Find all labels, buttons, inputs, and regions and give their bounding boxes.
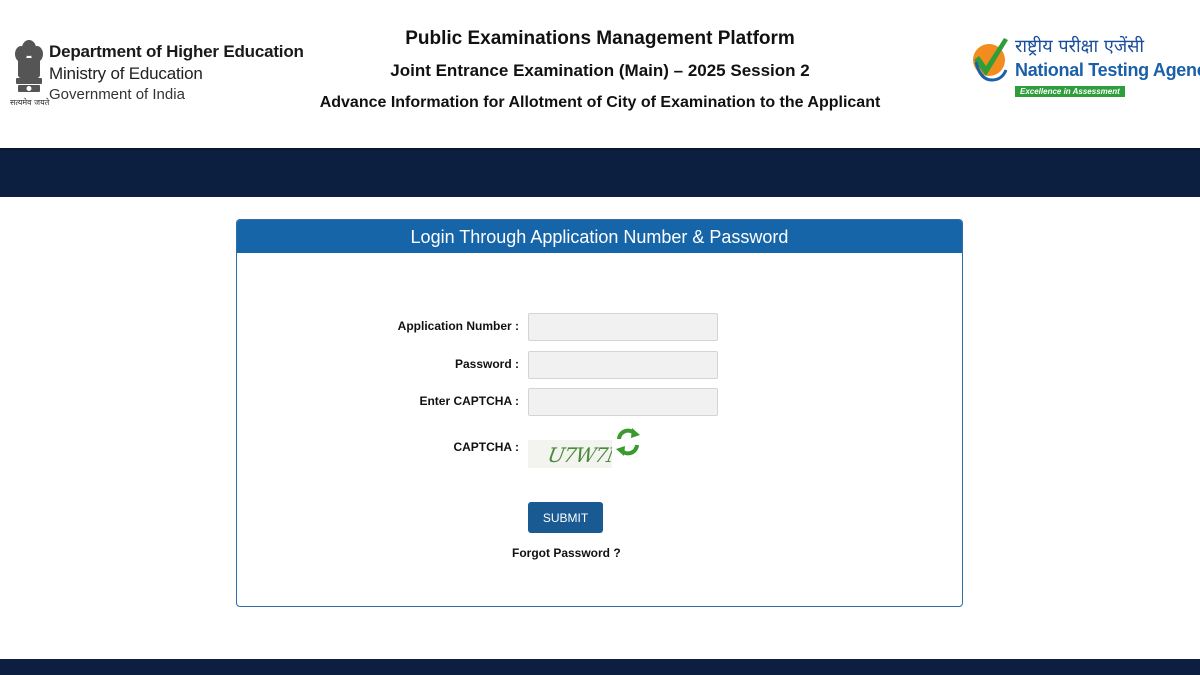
login-panel-heading: Login Through Application Number & Passw… [237,220,962,253]
captcha-row: CAPTCHA : U7W7N [237,428,962,477]
password-input[interactable] [528,351,718,379]
footer-bar [0,659,1200,675]
ministry-name: Ministry of Education [49,64,203,83]
password-row: Password : [237,351,962,379]
captcha-entry-label: Enter CAPTCHA : [419,394,519,408]
nta-tagline: Excellence in Assessment [1015,86,1125,97]
exam-title: Joint Entrance Examination (Main) – 2025… [390,61,810,80]
application-number-label: Application Number : [397,319,519,333]
ministry-branding: सत्यमेव जयते Department of Higher Educat… [10,38,312,110]
department-name: Department of Higher Education [49,42,304,61]
nta-checkmark-logo-icon [973,38,1008,82]
application-number-input[interactable] [528,313,718,341]
ministry-text: Department of Higher Education Ministry … [49,41,304,105]
nta-english-name: National Testing Agency [1015,60,1200,80]
page-titles: Public Examinations Management Platform … [300,26,900,115]
application-number-row: Application Number : [237,313,962,341]
page-subtitle: Advance Information for Allotment of Cit… [319,94,881,111]
page-header: सत्यमेव जयते Department of Higher Educat… [0,0,1200,148]
password-label: Password : [454,357,519,371]
submit-button[interactable]: SUBMIT [528,502,603,533]
forgot-password-link[interactable]: Forgot Password ? [512,546,621,560]
captcha-image: U7W7N [528,440,612,468]
captcha-entry-row: Enter CAPTCHA : [237,388,962,416]
login-panel: Login Through Application Number & Passw… [236,219,963,607]
navigation-bar [0,148,1200,197]
emblem-motto: सत्यमेव जयते [10,98,50,107]
nta-branding: राष्ट्रीय परीक्षा एजेंसी National Testin… [970,34,1200,104]
government-name: Government of India [49,86,185,103]
captcha-label: CAPTCHA : [453,440,519,454]
refresh-icon[interactable] [615,425,641,459]
captcha-input[interactable] [528,388,718,416]
nta-hindi-name: राष्ट्रीय परीक्षा एजेंसी [1015,36,1145,57]
captcha-code: U7W7N [545,443,612,467]
platform-title: Public Examinations Management Platform [405,28,795,49]
